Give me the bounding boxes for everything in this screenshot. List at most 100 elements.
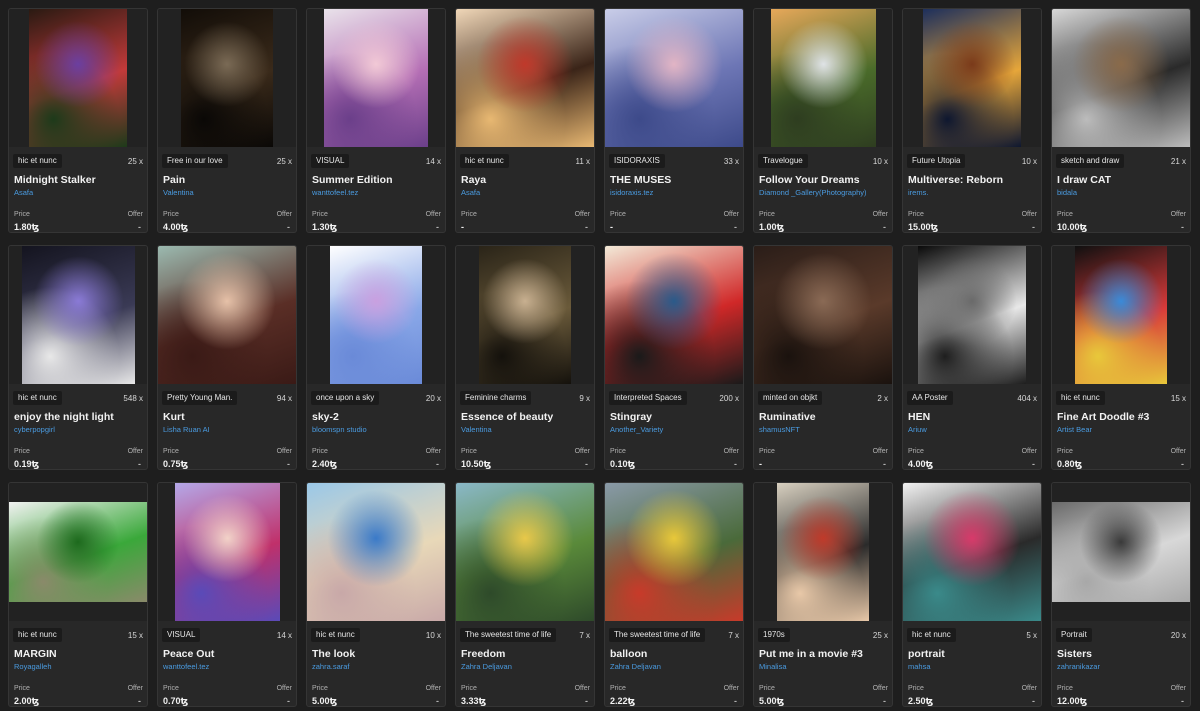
artist-link[interactable]: shamusNFT <box>759 425 888 434</box>
artwork-thumbnail[interactable] <box>9 483 147 621</box>
artwork-title[interactable]: Multiverse: Reborn <box>908 174 1037 186</box>
artist-link[interactable]: bidala <box>1057 188 1186 197</box>
collection-tag[interactable]: ISIDORAXIS <box>609 154 665 168</box>
artwork-card[interactable]: Interpreted Spaces 200 x Stingray Another_V… <box>604 245 744 470</box>
artwork-title[interactable]: enjoy the night light <box>14 411 143 423</box>
artwork-image[interactable] <box>605 246 743 384</box>
artist-link[interactable]: irems. <box>908 188 1037 197</box>
artwork-thumbnail[interactable] <box>903 9 1041 147</box>
artwork-image[interactable] <box>456 483 594 621</box>
collection-tag[interactable]: Travelogue <box>758 154 808 168</box>
artwork-thumbnail[interactable] <box>903 483 1041 621</box>
artist-link[interactable]: isidoraxis.tez <box>610 188 739 197</box>
artist-link[interactable]: zahra.saraf <box>312 662 441 671</box>
artwork-image[interactable] <box>29 9 127 147</box>
artwork-thumbnail[interactable] <box>9 9 147 147</box>
artwork-thumbnail[interactable] <box>9 246 147 384</box>
artwork-card[interactable]: minted on objkt 2 x Ruminative shamusNFT Pri… <box>753 245 893 470</box>
artwork-title[interactable]: Kurt <box>163 411 292 423</box>
artist-link[interactable]: cyberpopgirl <box>14 425 143 434</box>
artwork-thumbnail[interactable] <box>158 246 296 384</box>
artist-link[interactable]: Zahra Deljavan <box>461 662 590 671</box>
artwork-card[interactable]: once upon a sky 20 x sky-2 bloomspn studio P… <box>306 245 446 470</box>
artwork-thumbnail[interactable] <box>158 483 296 621</box>
artwork-image[interactable] <box>605 483 743 621</box>
artwork-image[interactable] <box>903 483 1041 621</box>
artwork-thumbnail[interactable] <box>754 9 892 147</box>
artist-link[interactable]: Valentina <box>163 188 292 197</box>
collection-tag[interactable]: hic et nunc <box>13 628 62 642</box>
artwork-thumbnail[interactable] <box>456 246 594 384</box>
artist-link[interactable]: zahranikazar <box>1057 662 1186 671</box>
collection-tag[interactable]: Portrait <box>1056 628 1092 642</box>
artwork-thumbnail[interactable] <box>605 483 743 621</box>
collection-tag[interactable]: sketch and draw <box>1056 154 1125 168</box>
artwork-card[interactable]: Free in our love 25 x Pain Valentina Price Of… <box>157 8 297 233</box>
artwork-image[interactable] <box>923 9 1021 147</box>
artwork-thumbnail[interactable] <box>307 246 445 384</box>
artwork-title[interactable]: HEN <box>908 411 1037 423</box>
artwork-image[interactable] <box>754 246 892 384</box>
collection-tag[interactable]: Interpreted Spaces <box>609 391 687 405</box>
artist-link[interactable]: wanttofeel.tez <box>163 662 292 671</box>
artwork-card[interactable]: hic et nunc 548 x enjoy the night light cyb… <box>8 245 148 470</box>
artwork-title[interactable]: Fine Art Doodle #3 <box>1057 411 1186 423</box>
artwork-card[interactable]: hic et nunc 15 x Fine Art Doodle #3 Artist … <box>1051 245 1191 470</box>
artwork-title[interactable]: Follow Your Dreams <box>759 174 888 186</box>
artwork-thumbnail[interactable] <box>754 483 892 621</box>
artwork-thumbnail[interactable] <box>605 9 743 147</box>
artist-link[interactable]: Asafa <box>14 188 143 197</box>
artwork-thumbnail[interactable] <box>1052 246 1190 384</box>
artist-link[interactable]: Lisha Ruan AI <box>163 425 292 434</box>
collection-tag[interactable]: Feminine charms <box>460 391 532 405</box>
artwork-title[interactable]: Put me in a movie #3 <box>759 648 888 660</box>
artwork-image[interactable] <box>330 246 422 384</box>
artwork-title[interactable]: Peace Out <box>163 648 292 660</box>
artwork-image[interactable] <box>605 9 743 147</box>
artwork-title[interactable]: Stingray <box>610 411 739 423</box>
artwork-card[interactable]: ISIDORAXIS 33 x THE MUSES isidoraxis.tez Pri… <box>604 8 744 233</box>
artwork-title[interactable]: THE MUSES <box>610 174 739 186</box>
collection-tag[interactable]: hic et nunc <box>13 391 62 405</box>
collection-tag[interactable]: The sweetest time of life <box>460 628 557 642</box>
collection-tag[interactable]: The sweetest time of life <box>609 628 706 642</box>
artwork-image[interactable] <box>479 246 571 384</box>
artwork-card[interactable]: Pretty Young Man. 94 x Kurt Lisha Ruan AI Pr… <box>157 245 297 470</box>
artwork-card[interactable]: AA Poster 404 x HEN Ariuw Price Offer 4.00ꜩ - <box>902 245 1042 470</box>
artwork-thumbnail[interactable] <box>456 483 594 621</box>
collection-tag[interactable]: 1970s <box>758 628 790 642</box>
artist-link[interactable]: Diamond _Gallery(Photography) <box>759 188 888 197</box>
artist-link[interactable]: Artist Bear <box>1057 425 1186 434</box>
collection-tag[interactable]: hic et nunc <box>13 154 62 168</box>
artwork-title[interactable]: portrait <box>908 648 1037 660</box>
artwork-image[interactable] <box>158 246 296 384</box>
artwork-image[interactable] <box>174 483 280 621</box>
artwork-card[interactable]: The sweetest time of life 7 x balloon Zahra… <box>604 482 744 707</box>
collection-tag[interactable]: AA Poster <box>907 391 953 405</box>
artwork-image[interactable] <box>1052 9 1190 147</box>
collection-tag[interactable]: minted on objkt <box>758 391 823 405</box>
artwork-title[interactable]: Sisters <box>1057 648 1186 660</box>
artwork-title[interactable]: MARGIN <box>14 648 143 660</box>
artist-link[interactable]: Another_Variety <box>610 425 739 434</box>
collection-tag[interactable]: Future Utopia <box>907 154 966 168</box>
collection-tag[interactable]: Free in our love <box>162 154 228 168</box>
artwork-thumbnail[interactable] <box>903 246 1041 384</box>
artwork-card[interactable]: hic et nunc 10 x The look zahra.saraf Price O… <box>306 482 446 707</box>
artist-link[interactable]: Minalisa <box>759 662 888 671</box>
artwork-title[interactable]: Essence of beauty <box>461 411 590 423</box>
artist-link[interactable]: Zahra Deljavan <box>610 662 739 671</box>
collection-tag[interactable]: hic et nunc <box>907 628 956 642</box>
collection-tag[interactable]: hic et nunc <box>1056 391 1105 405</box>
collection-tag[interactable]: VISUAL <box>162 628 201 642</box>
artwork-image[interactable] <box>918 246 1026 384</box>
artwork-card[interactable]: VISUAL 14 x Summer Edition wanttofeel.tez Pr… <box>306 8 446 233</box>
artwork-card[interactable]: Feminine charms 9 x Essence of beauty Valen… <box>455 245 595 470</box>
artwork-card[interactable]: Future Utopia 10 x Multiverse: Reborn irems… <box>902 8 1042 233</box>
artwork-card[interactable]: hic et nunc 25 x Midnight Stalker Asafa Pric… <box>8 8 148 233</box>
artwork-title[interactable]: The look <box>312 648 441 660</box>
artwork-card[interactable]: Portrait 20 x Sisters zahranikazar Price Offe… <box>1051 482 1191 707</box>
artwork-thumbnail[interactable] <box>1052 483 1190 621</box>
artwork-title[interactable]: Midnight Stalker <box>14 174 143 186</box>
artwork-thumbnail[interactable] <box>158 9 296 147</box>
